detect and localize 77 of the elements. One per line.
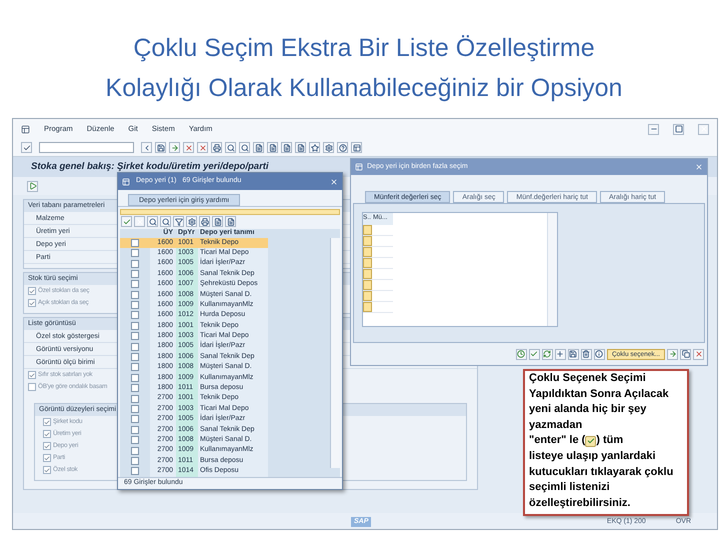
checkbox[interactable]	[28, 383, 36, 391]
maximize-icon[interactable]	[673, 124, 684, 134]
checkbox[interactable]	[131, 456, 139, 465]
checkbox[interactable]	[131, 415, 139, 424]
checkbox[interactable]	[131, 290, 139, 299]
execute-icon[interactable]	[27, 180, 38, 192]
checkbox[interactable]	[131, 311, 139, 320]
menu-icon[interactable]	[21, 124, 30, 134]
checkbox[interactable]	[131, 446, 139, 455]
slide-title: Çoklu Seçim Ekstra Bir Liste Özelleştirme	[133, 33, 595, 64]
checkbox[interactable]	[131, 322, 139, 330]
checkbox[interactable]	[28, 299, 36, 307]
checkbox[interactable]	[131, 436, 139, 444]
checkbox[interactable]	[131, 363, 139, 372]
checkbox[interactable]	[131, 353, 139, 362]
slide-title: Kolaylığı Olarak Kullanabileceğiniz bir Opsiyon	[106, 73, 622, 104]
checkbox[interactable]	[131, 332, 139, 340]
checkbox[interactable]	[43, 466, 51, 474]
clock-icon[interactable]	[516, 348, 527, 360]
search-icon[interactable]	[147, 216, 158, 228]
checkbox[interactable]	[131, 238, 139, 247]
checkbox[interactable]	[131, 301, 139, 310]
page-icon[interactable]	[267, 142, 278, 153]
checkbox[interactable]	[131, 467, 139, 476]
search-icon[interactable]	[225, 142, 236, 153]
callout-text: listeye ulaşıp yanlardaki kutucukları tıklayarak çoklu seçimli listenizi özelleştirebilirsiniz.	[529, 448, 674, 511]
checkbox[interactable]	[131, 270, 139, 278]
search-icon[interactable]	[160, 216, 171, 228]
checkbox[interactable]	[131, 384, 139, 392]
layout-icon[interactable]	[351, 142, 362, 153]
help-icon[interactable]	[337, 142, 348, 153]
filter-icon[interactable]	[173, 216, 184, 228]
window-icon	[355, 163, 363, 171]
settings-icon[interactable]	[323, 142, 334, 153]
check-icon[interactable]	[528, 348, 540, 360]
plus-icon[interactable]	[554, 348, 566, 360]
checkbox[interactable]	[43, 418, 51, 426]
checkbox[interactable]	[131, 342, 139, 351]
checkbox[interactable]	[131, 394, 139, 403]
star-icon[interactable]	[309, 142, 320, 153]
refresh-icon[interactable]	[542, 348, 553, 360]
checkbox[interactable]	[28, 371, 36, 379]
checkbox[interactable]	[131, 280, 139, 288]
checkbox[interactable]	[43, 442, 51, 450]
checkbox[interactable]	[131, 260, 139, 268]
checkbox[interactable]	[131, 374, 139, 382]
window-icon	[122, 178, 130, 186]
check-icon[interactable]	[21, 142, 32, 153]
checkbox[interactable]	[131, 426, 139, 434]
minimize-icon[interactable]	[648, 124, 659, 134]
save-icon[interactable]	[155, 142, 166, 153]
command-field[interactable]	[39, 142, 134, 153]
page-icon[interactable]	[212, 216, 223, 228]
copy-icon[interactable]	[680, 348, 691, 360]
save-icon[interactable]	[568, 348, 579, 360]
print-icon[interactable]	[211, 142, 222, 153]
checkbox[interactable]	[43, 430, 51, 438]
print-icon[interactable]	[199, 216, 210, 228]
search-icon[interactable]	[239, 142, 250, 153]
check-icon[interactable]	[121, 216, 132, 228]
checkbox[interactable]	[131, 249, 139, 258]
trash-icon[interactable]	[580, 348, 592, 360]
checkbox[interactable]	[28, 287, 36, 295]
callout-text: ) tüm	[596, 433, 624, 448]
page-icon[interactable]	[295, 142, 306, 153]
checkbox[interactable]	[43, 454, 51, 462]
scrollbar[interactable]	[330, 238, 340, 468]
page-icon[interactable]	[253, 142, 264, 153]
callout-text: Çoklu Seçenek Seçimi Yapıldıktan Sonra Açılacak yeni alanda hiç bir şey yazmadan	[529, 371, 670, 433]
scrollbar[interactable]	[547, 213, 557, 326]
checkbox[interactable]	[131, 405, 139, 413]
info-icon[interactable]	[594, 348, 605, 360]
cancel-icon[interactable]	[197, 142, 208, 153]
page-icon[interactable]	[225, 216, 236, 228]
settings-icon[interactable]	[186, 216, 197, 228]
page-icon[interactable]	[281, 142, 292, 153]
check-icon	[585, 436, 596, 447]
